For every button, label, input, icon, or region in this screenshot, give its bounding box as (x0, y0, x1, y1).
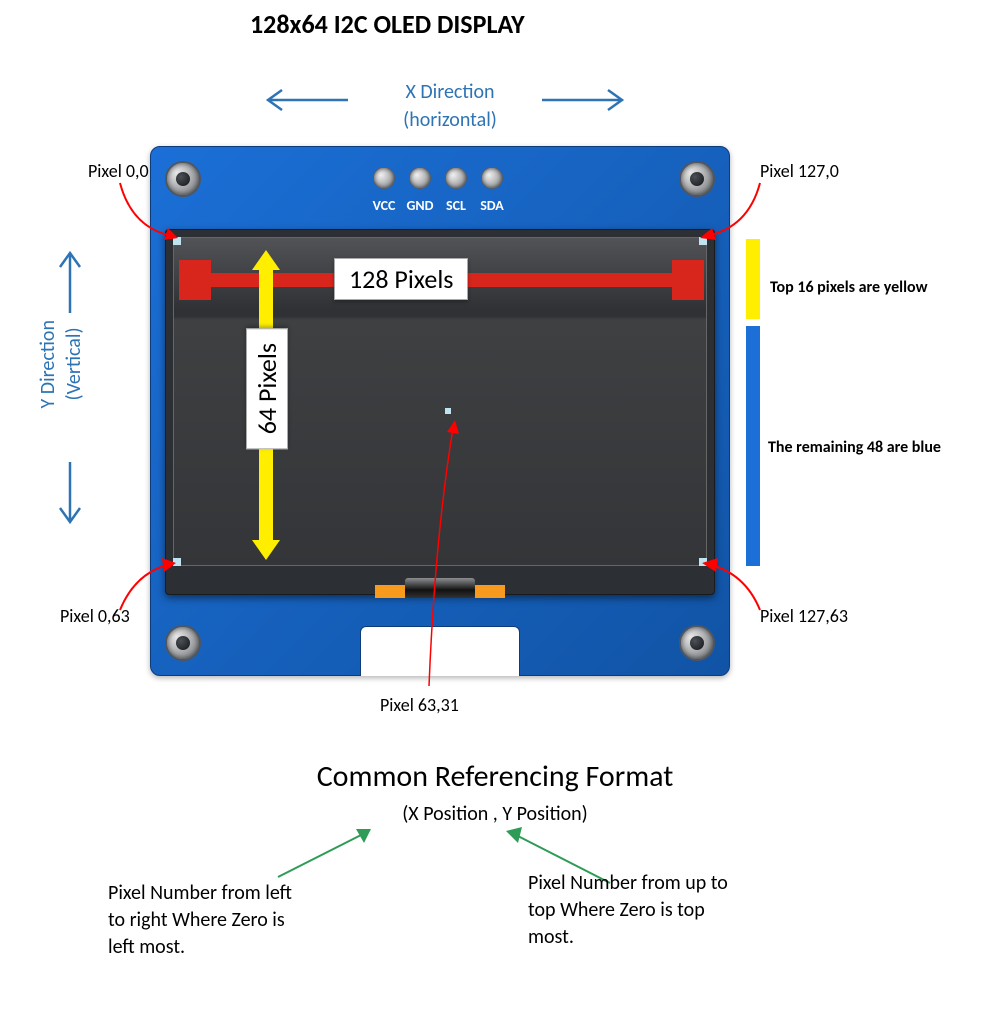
page-title: 128x64 I2C OLED DISPLAY (250, 8, 525, 40)
y-desc: Pixel Number from up to top Where Zero i… (528, 870, 728, 951)
x-desc: Pixel Number from left to right Where Ze… (108, 880, 298, 961)
y-up-arrow-icon (55, 245, 85, 315)
pin-sda-label: SDA (475, 197, 509, 214)
pixel-tr-label: Pixel 127,0 (760, 160, 839, 182)
pin-gnd-label: GND (403, 197, 437, 214)
y-direction-label: Y Direction (Vertical) (35, 320, 87, 408)
format-title: Common Referencing Format (245, 758, 745, 795)
pin-pad-icon (409, 167, 431, 189)
pin-scl-label: SCL (439, 197, 473, 214)
x-dir-line2: (horizontal) (403, 108, 497, 132)
x-left-arrow-icon (260, 85, 350, 115)
y-down-arrow-icon (55, 460, 85, 530)
blue-bar (746, 326, 760, 566)
format-subtitle: (X Position , Y Position) (320, 802, 670, 826)
x-dir-line1: X Direction (405, 80, 494, 104)
blue-region-label: The remaining 48 are blue (768, 438, 941, 457)
center-pixel-icon (445, 408, 451, 414)
pointer-arrow-tr-icon (688, 178, 768, 248)
pin-pad-icon (445, 167, 467, 189)
pointer-arrow-br-icon (690, 558, 770, 618)
yellow-region-label: Top 16 pixels are yellow (770, 278, 928, 297)
yellow-bar (746, 239, 760, 319)
pin-vcc-label: VCC (367, 197, 401, 214)
pin-pad-icon (373, 167, 395, 189)
pointer-arrow-bl-icon (110, 558, 190, 618)
pixel-br-label: Pixel 127,63 (760, 605, 848, 627)
height-label-box: 64 Pixels (246, 328, 288, 449)
width-label-box: 128 Pixels (334, 258, 468, 300)
screw-hole-icon (679, 625, 715, 661)
screw-hole-icon (165, 625, 201, 661)
y-dir-line1: Y Direction (36, 320, 60, 408)
y-dir-line2: (Vertical) (62, 328, 86, 401)
green-arrow-left-icon (270, 825, 380, 885)
x-direction-label: X Direction (horizontal) (370, 78, 530, 134)
pointer-arrow-center-icon (415, 418, 495, 698)
pointer-arrow-tl-icon (112, 178, 192, 248)
pin-pad-icon (481, 167, 503, 189)
x-right-arrow-icon (540, 85, 630, 115)
